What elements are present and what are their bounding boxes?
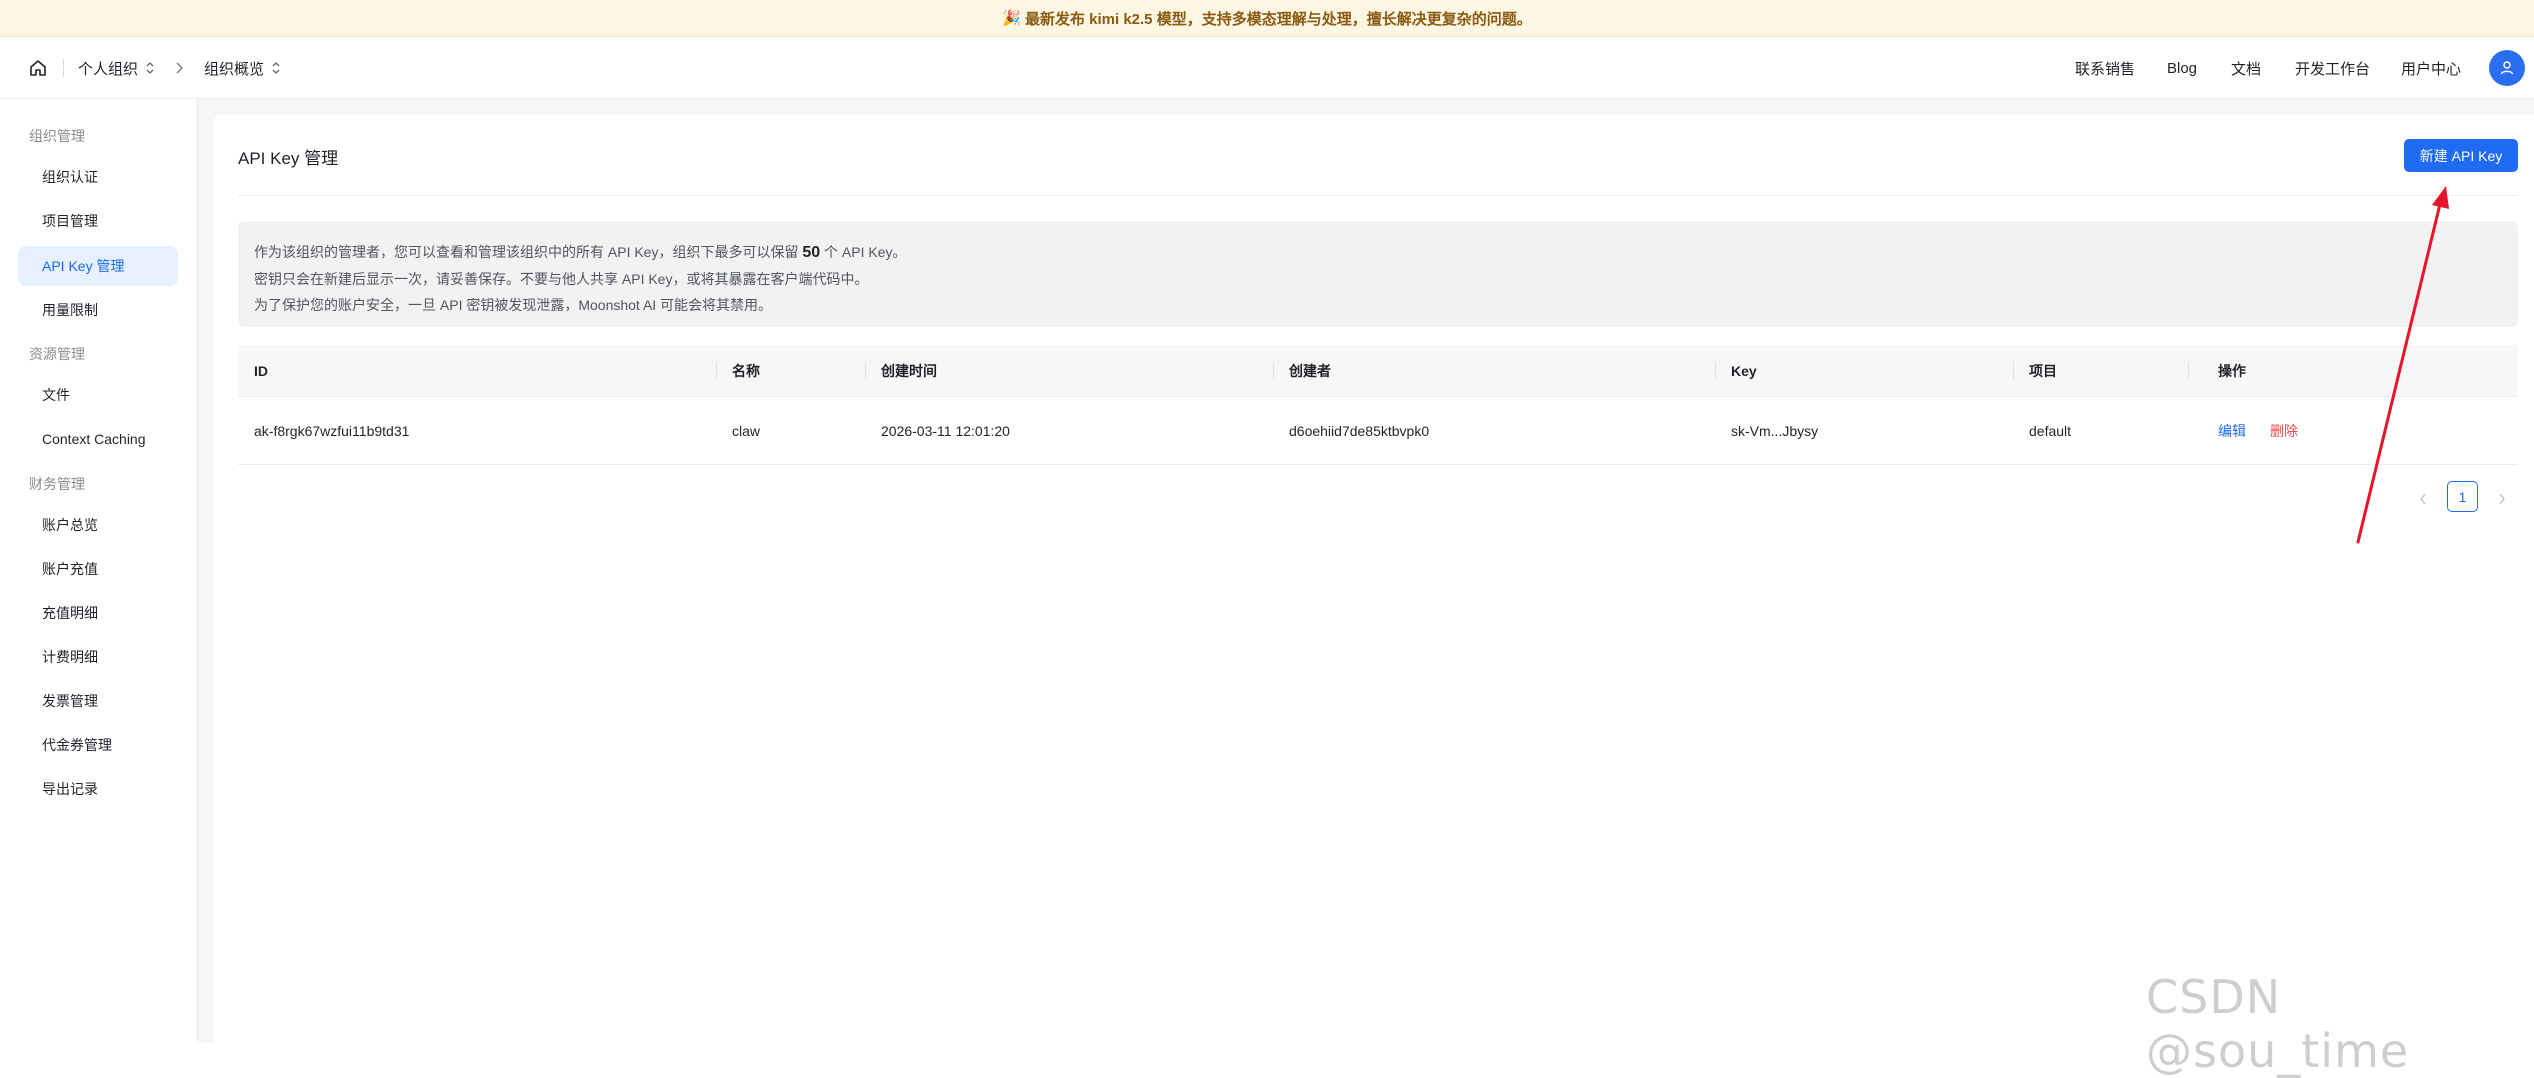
sidebar-group-finance: 财务管理 bbox=[29, 476, 85, 492]
party-popper-icon: 🎉 bbox=[1002, 10, 1021, 27]
column-divider bbox=[1273, 362, 1274, 380]
column-header-creator: 创建者 bbox=[1289, 363, 1331, 379]
cell-project: default bbox=[2029, 423, 2072, 439]
nav-user-center[interactable]: 用户中心 bbox=[2401, 37, 2461, 99]
sidebar-item-account-overview[interactable]: 账户总览 bbox=[18, 505, 178, 545]
notice-line-1: 作为该组织的管理者，您可以查看和管理该组织中的所有 API Key，组织下最多可… bbox=[254, 244, 907, 261]
nav-docs[interactable]: 文档 bbox=[2231, 37, 2261, 99]
column-header-actions: 操作 bbox=[2218, 363, 2246, 379]
notice-line-3: 为了保护您的账户安全，一旦 API 密钥被发现泄露，Moonshot AI 可能… bbox=[254, 297, 773, 313]
top-navigation-bar: 个人组织 组织概览 联系销售 Blog 文档 开发工作台 用户中心 bbox=[0, 37, 2534, 99]
org-name: 个人组织 bbox=[78, 60, 139, 78]
chevron-up-down-icon bbox=[146, 62, 154, 74]
new-api-key-button[interactable]: 新建 API Key bbox=[2404, 139, 2518, 172]
column-header-key: Key bbox=[1731, 363, 1757, 379]
avatar[interactable] bbox=[2489, 50, 2525, 86]
sidebar-item-billing-details[interactable]: 计费明细 bbox=[18, 637, 178, 677]
notice-line-2: 密钥只会在新建后显示一次，请妥善保存。不要与他人共享 API Key，或将其暴露… bbox=[254, 271, 869, 287]
sidebar-item-recharge[interactable]: 账户充值 bbox=[18, 549, 178, 589]
pagination-page[interactable]: 1 bbox=[2447, 481, 2478, 512]
user-icon bbox=[2500, 61, 2514, 75]
sidebar-item-recharge-details[interactable]: 充值明细 bbox=[18, 593, 178, 633]
nav-contact-sales[interactable]: 联系销售 bbox=[2075, 37, 2135, 99]
page-name: 组织概览 bbox=[204, 60, 265, 78]
cell-created-time: 2026-03-11 12:01:20 bbox=[881, 423, 1010, 439]
announcement-banner[interactable]: 🎉 最新发布 kimi k2.5 模型，支持多模态理解与处理，擅长解决更复杂的问… bbox=[0, 0, 2534, 37]
table-header: ID 名称 创建时间 创建者 Key 项目 操作 bbox=[238, 345, 2518, 397]
sidebar-item-org-verification[interactable]: 组织认证 bbox=[18, 157, 178, 197]
nav-dev-console[interactable]: 开发工作台 bbox=[2295, 37, 2370, 99]
divider bbox=[238, 195, 2518, 196]
sidebar-group-resources: 资源管理 bbox=[29, 346, 85, 362]
sidebar-item-vouchers[interactable]: 代金券管理 bbox=[18, 725, 178, 765]
sidebar-item-projects[interactable]: 项目管理 bbox=[18, 201, 178, 241]
edit-link[interactable]: 编辑 bbox=[2218, 397, 2246, 465]
nav-blog[interactable]: Blog bbox=[2167, 37, 2197, 99]
column-header-project: 项目 bbox=[2029, 363, 2057, 379]
org-switcher[interactable]: 个人组织 bbox=[78, 37, 155, 99]
page-title: API Key 管理 bbox=[238, 149, 339, 168]
sidebar-group-org: 组织管理 bbox=[29, 128, 85, 144]
breadcrumb-chevron-right-icon bbox=[174, 37, 184, 99]
watermark: CSDN @sou_time bbox=[2146, 970, 2410, 1078]
column-divider bbox=[2188, 362, 2189, 380]
table-row: ak-f8rgk67wzfui11b9td31 claw 2026-03-11 … bbox=[238, 397, 2518, 465]
sidebar-item-invoices[interactable]: 发票管理 bbox=[18, 681, 178, 721]
cell-id: ak-f8rgk67wzfui11b9td31 bbox=[254, 423, 410, 439]
cell-name: claw bbox=[732, 423, 761, 439]
sidebar-item-api-keys[interactable]: API Key 管理 bbox=[18, 246, 178, 286]
announcement-text: 最新发布 kimi k2.5 模型，支持多模态理解与处理，擅长解决更复杂的问题。 bbox=[1024, 10, 1532, 28]
column-header-created-time: 创建时间 bbox=[881, 363, 937, 379]
page-switcher[interactable]: 组织概览 bbox=[204, 37, 281, 99]
delete-link[interactable]: 删除 bbox=[2270, 397, 2298, 465]
sidebar-item-usage-limits[interactable]: 用量限制 bbox=[18, 290, 178, 330]
pagination-prev-icon[interactable] bbox=[2413, 484, 2433, 514]
sidebar-item-context-caching[interactable]: Context Caching bbox=[18, 419, 178, 459]
cell-key: sk-Vm...Jbysy bbox=[1731, 423, 1819, 439]
column-header-name: 名称 bbox=[732, 363, 760, 379]
home-icon[interactable] bbox=[28, 58, 48, 78]
column-header-id: ID bbox=[254, 363, 268, 379]
cell-creator: d6oehiid7de85ktbvpk0 bbox=[1289, 423, 1430, 439]
chevron-up-down-icon bbox=[272, 62, 280, 74]
column-divider bbox=[1715, 362, 1716, 380]
sidebar-item-files[interactable]: 文件 bbox=[18, 375, 178, 415]
column-divider bbox=[2013, 362, 2014, 380]
column-divider bbox=[716, 362, 717, 380]
column-divider bbox=[865, 362, 866, 380]
sidebar-item-export-records[interactable]: 导出记录 bbox=[18, 769, 178, 809]
api-key-notice: 作为该组织的管理者，您可以查看和管理该组织中的所有 API Key，组织下最多可… bbox=[238, 221, 2518, 327]
divider bbox=[63, 59, 64, 77]
pagination-next-icon[interactable] bbox=[2492, 484, 2512, 514]
max-keys-count: 50 bbox=[802, 244, 821, 261]
